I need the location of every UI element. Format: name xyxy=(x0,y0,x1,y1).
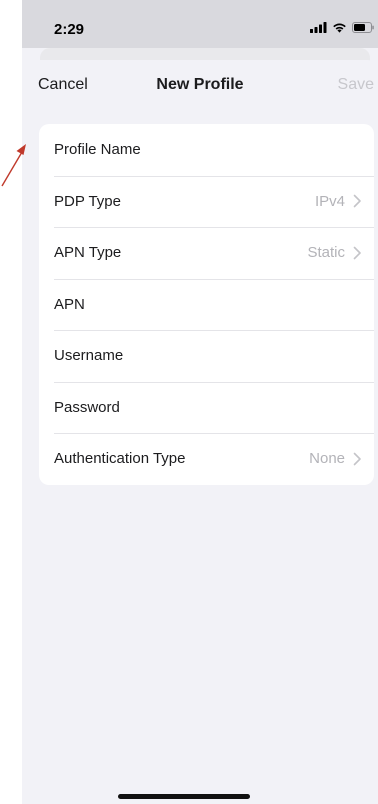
row-label: Profile Name xyxy=(54,141,141,159)
status-icons xyxy=(310,22,374,33)
chevron-right-icon xyxy=(353,194,361,208)
signal-icon xyxy=(310,22,327,33)
annotation-arrow-icon xyxy=(1,144,26,187)
row-label: Authentication Type xyxy=(54,450,186,468)
row-label: Password xyxy=(54,398,120,416)
row-label: Username xyxy=(54,347,124,365)
status-time: 2:29 xyxy=(54,21,85,38)
row-value: IPv4 xyxy=(314,192,345,210)
profile-form: Profile Name PDP Type IPv4 APN Type Stat… xyxy=(39,124,374,485)
new-profile-sheet: Cancel New Profile Save Profile Name PDP… xyxy=(22,60,378,804)
navigation-bar: Cancel New Profile Save xyxy=(22,60,378,112)
cancel-button[interactable]: Cancel xyxy=(38,76,88,94)
row-label: APN xyxy=(54,295,85,313)
profile-name-field[interactable]: Profile Name xyxy=(39,124,374,176)
password-field[interactable]: Password xyxy=(39,381,374,434)
battery-icon xyxy=(352,22,374,33)
apn-field[interactable]: APN xyxy=(39,278,374,331)
authentication-type-row[interactable]: Authentication Type None xyxy=(39,433,374,485)
phone-screen: 2:29 Cancel New Profile Save Profile Nam… xyxy=(22,0,378,804)
chevron-right-icon xyxy=(353,452,361,466)
pdp-type-row[interactable]: PDP Type IPv4 xyxy=(39,175,374,228)
apn-type-row[interactable]: APN Type Static xyxy=(39,227,374,279)
wifi-icon xyxy=(333,23,346,33)
row-label: APN Type xyxy=(54,244,122,262)
home-indicator[interactable] xyxy=(118,794,250,799)
row-label: PDP Type xyxy=(54,192,121,210)
username-field[interactable]: Username xyxy=(39,330,374,382)
row-value: None xyxy=(309,450,345,468)
chevron-right-icon xyxy=(353,246,361,260)
page-title-text: New Profile xyxy=(156,76,244,93)
status-bar: 2:29 xyxy=(22,0,378,48)
save-button[interactable]: Save xyxy=(338,76,374,94)
row-value: Static xyxy=(307,244,345,262)
